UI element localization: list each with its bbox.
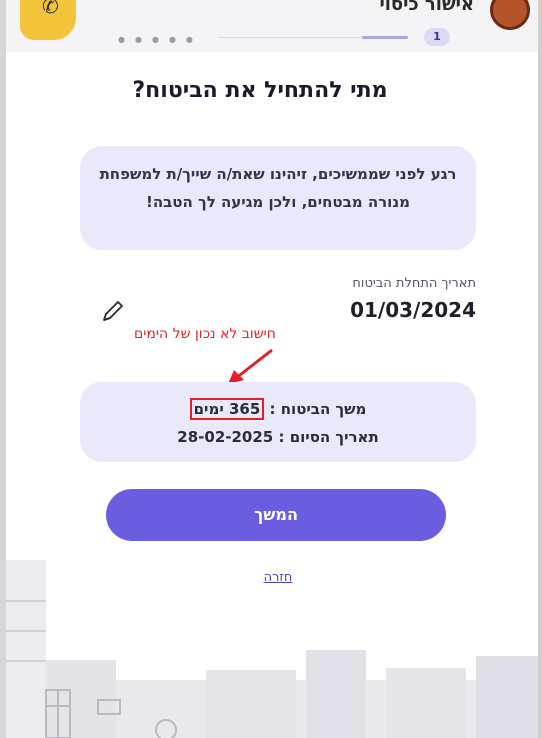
phone-icon: ✆ (42, 0, 59, 18)
header-title: אישור כיסוי (379, 0, 474, 15)
window-frame-right (538, 0, 542, 738)
top-header: ✆ אישור כיסוי ●●●●● 1 (6, 0, 538, 52)
avatar[interactable] (490, 0, 530, 30)
step-badge: 1 (424, 28, 450, 46)
pencil-icon[interactable] (100, 300, 126, 324)
end-date-value: 28-02-2025 (177, 428, 274, 446)
city-skyline-illustration (6, 560, 538, 738)
start-date-value[interactable]: 01/03/2024 (350, 298, 476, 322)
end-date-row: תאריך הסיום : 28-02-2025 (80, 428, 476, 446)
progress-dots: ●●●●● (118, 35, 203, 44)
continue-button[interactable]: המשך (106, 489, 446, 541)
duration-value: 365 ימים (189, 398, 265, 420)
progress-indicator: ●●●●● (118, 34, 452, 44)
info-text: רגע לפני שממשיכים, זיהינו שאת/ה שייך/ת ל… (99, 165, 457, 211)
duration-label: משך הביטוח : (269, 400, 367, 418)
start-date-label: תאריך התחלת הביטוח (352, 276, 476, 291)
info-card: רגע לפני שממשיכים, זיהינו שאת/ה שייך/ת ל… (80, 146, 476, 250)
duration-row: משך הביטוח : 365 ימים (80, 398, 476, 420)
progress-fill (362, 36, 408, 39)
annotation-note: חישוב לא נכון של הימים (134, 326, 276, 342)
end-date-label: תאריך הסיום : (278, 428, 379, 446)
page-title: מתי להתחיל את הביטוח? (132, 78, 388, 103)
app-logo[interactable]: ✆ (20, 0, 76, 40)
insurance-summary-card: משך הביטוח : 365 ימים תאריך הסיום : 28-0… (80, 382, 476, 462)
